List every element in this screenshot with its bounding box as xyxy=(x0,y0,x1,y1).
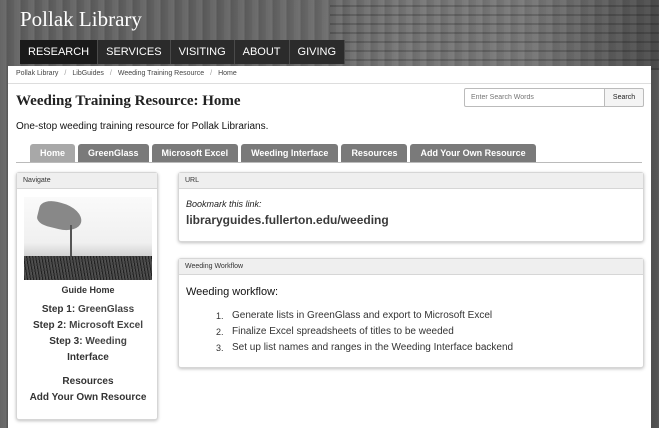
tabs-divider xyxy=(16,162,642,163)
breadcrumb-guide[interactable]: Weeding Training Resource xyxy=(118,70,204,77)
guide-home-link[interactable]: Guide Home xyxy=(17,285,159,295)
step2-label: Microsoft Excel xyxy=(69,320,144,331)
step1-link[interactable]: Step 1: GreenGlass xyxy=(17,304,159,315)
navigate-panel: Navigate Guide Home Step 1: GreenGlass S… xyxy=(16,172,158,420)
guide-tabs: Home GreenGlass Microsoft Excel Weeding … xyxy=(30,144,536,162)
tab-home[interactable]: Home xyxy=(30,144,76,162)
list-number: 1. xyxy=(216,311,224,321)
add-resource-link[interactable]: Add Your Own Resource xyxy=(17,392,159,403)
workflow-list: 1. Generate lists in GreenGlass and expo… xyxy=(216,308,513,356)
list-item-text: Finalize Excel spreadsheets of titles to… xyxy=(232,326,454,337)
step1-label: GreenGlass xyxy=(77,304,135,315)
workflow-heading: Weeding Workflow xyxy=(179,259,643,275)
tab-add-your-own-resource[interactable]: Add Your Own Resource xyxy=(410,144,536,162)
workflow-lead: Weeding workflow: xyxy=(186,286,279,298)
breadcrumb-pollak[interactable]: Pollak Library xyxy=(16,70,58,77)
step1-prefix: Step 1: xyxy=(41,304,76,315)
guide-home-image[interactable] xyxy=(24,197,152,280)
url-heading: URL xyxy=(179,173,643,189)
step2-link[interactable]: Step 2: Microsoft Excel xyxy=(17,320,159,331)
step3-label: Weeding xyxy=(85,336,127,347)
tab-greenglass[interactable]: GreenGlass xyxy=(78,144,149,162)
list-number: 3. xyxy=(216,343,224,353)
breadcrumb-divider xyxy=(8,83,651,84)
step3-link[interactable]: Step 3: Weeding xyxy=(17,336,159,347)
main-content: Pollak Library / LibGuides / Weeding Tra… xyxy=(8,66,651,428)
breadcrumb-separator: / xyxy=(109,70,112,77)
page-title: Weeding Training Resource: Home xyxy=(16,93,241,109)
step2-prefix: Step 2: xyxy=(32,320,67,331)
search-button[interactable]: Search xyxy=(605,88,644,107)
nav-giving[interactable]: GIVING xyxy=(289,40,346,64)
bookmark-label: Bookmark this link: xyxy=(186,199,262,209)
step3-prefix: Step 3: xyxy=(49,336,83,347)
hand-image xyxy=(35,198,85,234)
guide-description: One-stop weeding training resource for P… xyxy=(16,121,269,132)
nav-services[interactable]: SERVICES xyxy=(98,40,171,64)
tab-microsoft-excel[interactable]: Microsoft Excel xyxy=(151,144,239,162)
list-item-text: Set up list names and ranges in the Weed… xyxy=(232,342,514,353)
list-number: 2. xyxy=(216,327,224,337)
step3-link-continued[interactable]: Interface xyxy=(17,352,159,363)
breadcrumb-libguides[interactable]: LibGuides xyxy=(72,70,104,77)
resources-link[interactable]: Resources xyxy=(17,376,159,387)
breadcrumb: Pollak Library / LibGuides / Weeding Tra… xyxy=(16,70,237,77)
grass-image xyxy=(24,256,152,280)
list-item-text: Generate lists in GreenGlass and export … xyxy=(232,310,493,321)
search-input[interactable] xyxy=(464,88,605,107)
top-navigation: RESEARCH SERVICES VISITING ABOUT GIVING xyxy=(20,40,346,64)
site-title[interactable]: Pollak Library xyxy=(20,7,142,32)
list-item: 1. Generate lists in GreenGlass and expo… xyxy=(216,308,513,324)
breadcrumb-separator: / xyxy=(210,70,213,77)
nav-research[interactable]: RESEARCH xyxy=(20,40,99,64)
nav-visiting[interactable]: VISITING xyxy=(170,40,235,64)
navigate-heading: Navigate xyxy=(17,173,157,189)
guide-url-link[interactable]: libraryguides.fullerton.edu/weeding xyxy=(186,213,389,227)
nav-about[interactable]: ABOUT xyxy=(234,40,290,64)
breadcrumb-separator: / xyxy=(64,70,67,77)
workflow-panel: Weeding Workflow Weeding workflow: 1. Ge… xyxy=(178,258,644,368)
list-item: 3. Set up list names and ranges in the W… xyxy=(216,340,513,356)
tab-weeding-interface[interactable]: Weeding Interface xyxy=(241,144,339,162)
breadcrumb-current: Home xyxy=(218,70,237,77)
list-item: 2. Finalize Excel spreadsheets of titles… xyxy=(216,324,513,340)
search-form: Search xyxy=(464,88,644,107)
url-panel: URL Bookmark this link: libraryguides.fu… xyxy=(178,172,644,242)
tab-resources[interactable]: Resources xyxy=(341,144,408,162)
